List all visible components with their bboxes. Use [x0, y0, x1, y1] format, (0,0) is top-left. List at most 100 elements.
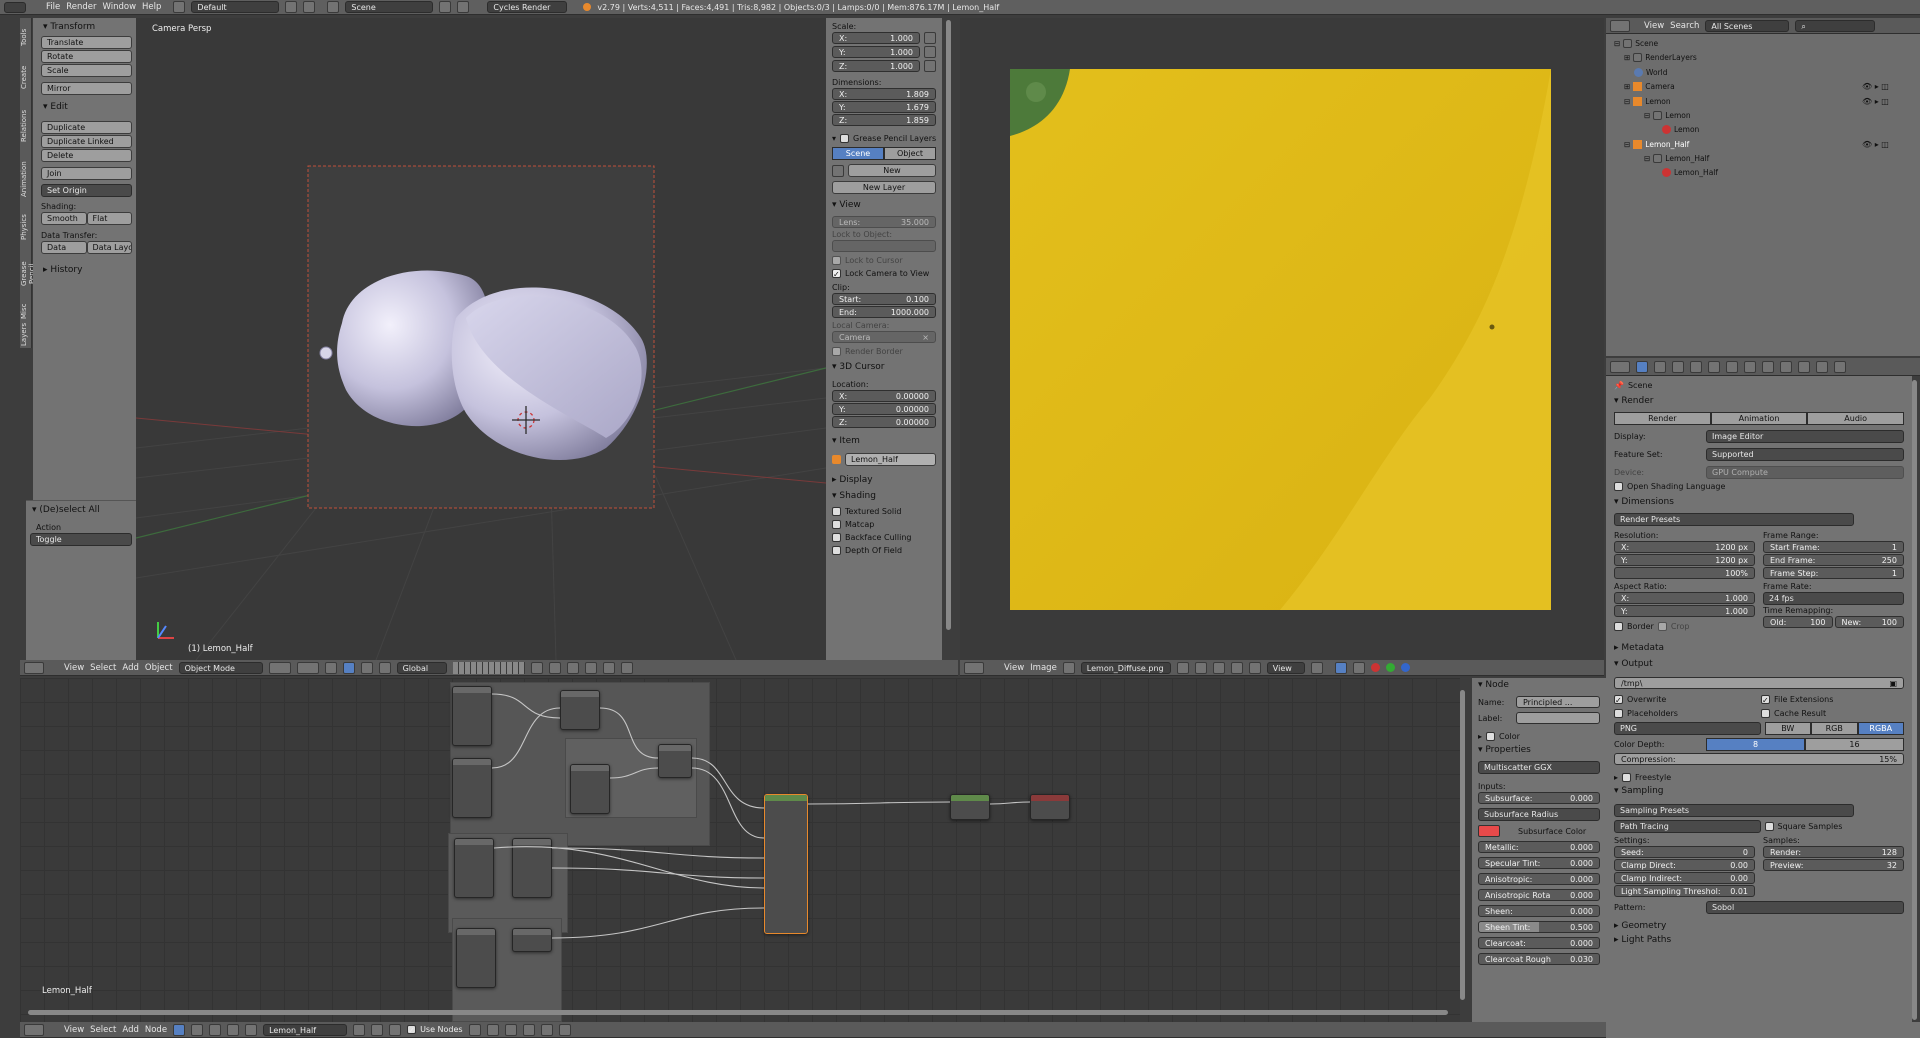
node-panel-header[interactable]: ▾ Node — [1478, 680, 1600, 690]
grease-tab-scene[interactable]: Scene — [832, 147, 884, 160]
image-editor-type-icon[interactable] — [964, 661, 984, 674]
node-editor-type-icon[interactable] — [24, 1023, 44, 1036]
tab-physics[interactable]: Physics — [20, 208, 32, 246]
outliner-item-lemon-material[interactable]: Lemon — [1662, 125, 1699, 134]
frame-rate-select[interactable]: 24 fps — [1763, 592, 1904, 605]
camera-visibility-icon[interactable]: 👁 ▸ ◫ — [1862, 82, 1889, 91]
outliner-item-scene[interactable]: ⊟ Scene — [1614, 39, 1658, 48]
lock-to-cursor-checkbox[interactable]: Lock to Cursor — [832, 256, 936, 265]
image-editor[interactable] — [960, 18, 1604, 660]
outliner-item-renderlayers[interactable]: ⊞ RenderLayers — [1624, 53, 1697, 62]
specular-tint-field[interactable]: Specular Tint: 0.000 — [1478, 857, 1600, 869]
outliner-item-camera[interactable]: ⊞ Camera — [1624, 82, 1675, 91]
transform-panel-header[interactable]: ▾ Transform — [41, 20, 132, 35]
cursor-x-field[interactable]: X: 0.00000 — [832, 390, 936, 402]
animation-button[interactable]: Animation — [1710, 412, 1808, 425]
clip-start-field[interactable]: Start: 0.100 — [832, 293, 936, 305]
channel-green-icon[interactable] — [1385, 663, 1395, 672]
scene-select[interactable]: Scene — [345, 1, 434, 13]
material-fake-user-icon[interactable] — [353, 1023, 366, 1036]
object-mode-select[interactable]: Object Mode — [178, 661, 263, 674]
scale-button[interactable]: Scale — [41, 64, 132, 77]
rotate-manipulator-icon[interactable] — [360, 661, 373, 674]
image-open-icon[interactable] — [1212, 661, 1225, 674]
mirror-button[interactable]: Mirror — [41, 82, 132, 95]
scale-x-field[interactable]: X: 1.000 — [832, 32, 920, 44]
transform-orientation-select[interactable]: Global — [396, 661, 447, 674]
clearcoat-field[interactable]: Clearcoat: 0.000 — [1478, 937, 1600, 949]
node-menu-select[interactable]: Select — [90, 1025, 116, 1035]
compression-slider[interactable]: Compression: 15% — [1614, 753, 1904, 765]
lock-layers-icon[interactable] — [530, 661, 543, 674]
node-properties-header[interactable]: ▾ Properties — [1478, 745, 1600, 755]
physics-tab-icon[interactable] — [1834, 360, 1846, 373]
dimension-y-field[interactable]: Y: 1.679 — [832, 101, 936, 113]
file-extensions-checkbox[interactable]: ✓ File Extensions — [1761, 695, 1904, 705]
delete-button[interactable]: Delete — [41, 149, 132, 162]
screen-layout-select[interactable]: Default — [191, 1, 280, 13]
grease-new-button[interactable]: New — [848, 164, 936, 177]
render-presets-select[interactable]: Render Presets — [1614, 513, 1854, 526]
lock-camera-to-view-checkbox[interactable]: ✓ Lock Camera to View — [832, 269, 936, 279]
subsurface-field[interactable]: Subsurface: 0.000 — [1478, 792, 1600, 804]
node-editor[interactable]: Lemon_Half — [20, 678, 1460, 1022]
time-new-field[interactable]: New: 100 — [1834, 616, 1904, 628]
textured-solid-checkbox[interactable]: Textured Solid — [832, 507, 936, 516]
outliner-item-lemon[interactable]: ⊟ Lemon — [1624, 97, 1671, 106]
anisotropic-rotation-field[interactable]: Anisotropic Rota 0.000 — [1478, 889, 1600, 901]
new-layer-button[interactable]: New Layer — [832, 181, 936, 194]
rotate-button[interactable]: Rotate — [41, 50, 132, 63]
outliner-item-lemon-half[interactable]: ⊟ Lemon_Half — [1624, 140, 1689, 149]
node-name-field[interactable]: Principled ... — [1516, 696, 1600, 708]
manipulator-icon[interactable] — [324, 661, 337, 674]
feature-set-select[interactable]: Supported — [1706, 447, 1904, 461]
cursor-z-field[interactable]: Z: 0.00000 — [832, 416, 936, 428]
matcap-checkbox[interactable]: Matcap — [832, 520, 936, 529]
node-editor-vscrollbar[interactable] — [1460, 690, 1465, 1000]
channel-blue-icon[interactable] — [1400, 663, 1410, 672]
subsurface-radius-select[interactable]: Subsurface Radius — [1478, 808, 1600, 821]
translate-button[interactable]: Translate — [41, 36, 132, 49]
constraints-tab-icon[interactable] — [1726, 360, 1738, 373]
render-border-checkbox[interactable]: Render Border — [832, 347, 936, 356]
image-unlink-icon[interactable] — [1230, 661, 1243, 674]
distribution-select[interactable]: Multiscatter GGX — [1478, 761, 1600, 774]
menu-window[interactable]: Window — [103, 2, 137, 12]
resolution-y-field[interactable]: Y: 1200 px — [1614, 554, 1755, 566]
opengl-anim-icon[interactable] — [620, 661, 633, 674]
proportional-edit-icon[interactable] — [548, 661, 561, 674]
add-screen-icon[interactable] — [285, 1, 298, 13]
bw-button[interactable]: BW — [1764, 722, 1811, 735]
render-samples-field[interactable]: Render: 128 — [1763, 846, 1904, 858]
image-menu-image[interactable]: Image — [1030, 663, 1057, 673]
snap-element-icon[interactable] — [584, 661, 597, 674]
display-select[interactable]: Image Editor — [1706, 429, 1904, 443]
world-tab-icon[interactable] — [1690, 360, 1702, 373]
object-tab-icon[interactable] — [1708, 360, 1720, 373]
paste-nodes-icon[interactable] — [558, 1023, 571, 1036]
duplicate-button[interactable]: Duplicate — [41, 121, 132, 134]
scene-icon[interactable] — [327, 1, 340, 13]
material-tab-icon[interactable] — [1780, 360, 1792, 373]
viewport-shading-icon[interactable] — [268, 661, 291, 674]
node-menu-add[interactable]: Add — [122, 1025, 138, 1035]
clamp-direct-field[interactable]: Clamp Direct: 0.00 — [1614, 859, 1755, 871]
pin-icon[interactable]: 📌 — [1614, 381, 1624, 390]
metadata-panel-header[interactable]: ▸ Metadata — [1614, 643, 1904, 653]
node-menu-node[interactable]: Node — [145, 1025, 167, 1035]
menu-help[interactable]: Help — [142, 2, 161, 12]
node-snap-icon[interactable] — [504, 1023, 517, 1036]
tab-grease-pencil[interactable]: Grease Pencil — [20, 252, 36, 296]
lock-scale-z-icon[interactable] — [924, 60, 936, 72]
overwrite-checkbox[interactable]: ✓ Overwrite — [1614, 695, 1757, 705]
tab-relations[interactable]: Relations — [20, 102, 32, 150]
blender-logo-icon[interactable] — [4, 1, 26, 13]
duplicate-linked-button[interactable]: Duplicate Linked — [41, 135, 132, 148]
material-add-icon[interactable] — [371, 1023, 384, 1036]
crop-checkbox[interactable]: Crop — [1657, 622, 1690, 631]
data-tab-icon[interactable] — [1762, 360, 1774, 373]
time-old-field[interactable]: Old: 100 — [1763, 616, 1833, 628]
image-view-mode-select[interactable]: View — [1266, 661, 1305, 674]
pivot-point-icon[interactable] — [296, 661, 319, 674]
placeholders-checkbox[interactable]: Placeholders — [1614, 709, 1757, 718]
